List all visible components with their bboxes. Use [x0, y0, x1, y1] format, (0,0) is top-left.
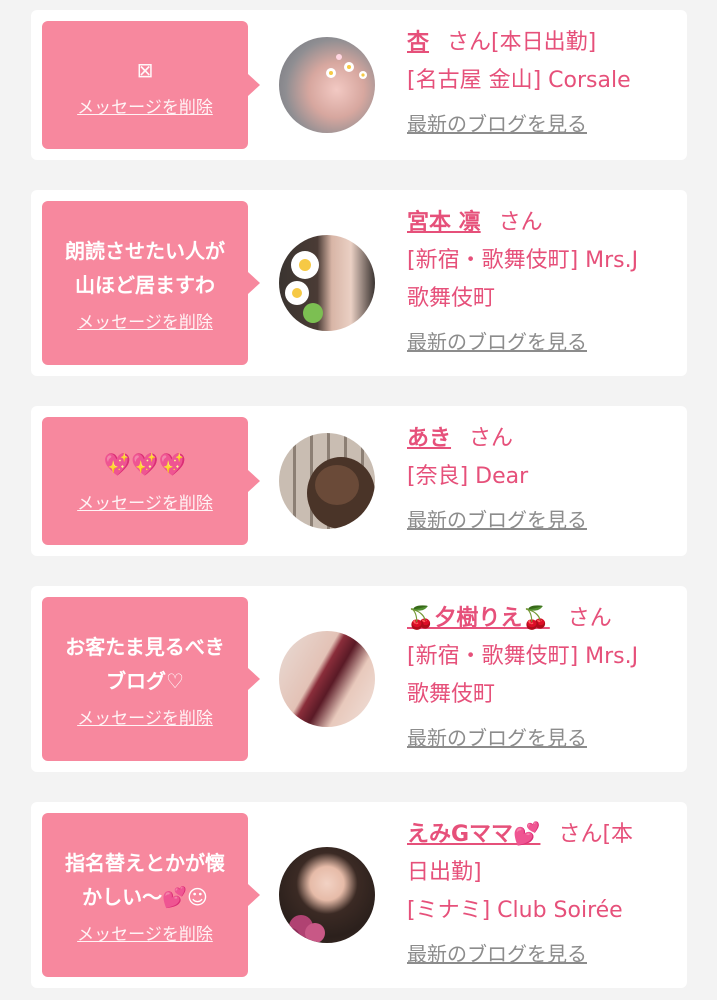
shop-name: [名古屋 金山] Corsale — [407, 68, 631, 93]
flower-bouquet-icon — [282, 915, 325, 943]
message-card: お客たま見るべき ブログ♡ メッセージを削除 🍒夕樹りえ🍒 さん [新宿・歌舞伎町… — [31, 586, 687, 772]
daisy-sticker-icon — [285, 251, 323, 323]
message-text: ⊠ — [136, 57, 154, 82]
message-bubble: ⊠ メッセージを削除 — [42, 21, 260, 149]
cast-name-line: 杏さん[本日出勤] — [407, 24, 673, 62]
flower-sticker-icon — [326, 54, 367, 79]
message-bubble: 💖💖💖 メッセージを削除 — [42, 417, 260, 545]
delete-message-link[interactable]: メッセージを削除 — [77, 93, 213, 118]
message-bubble: 指名替えとかが懐 かしい〜💕☺ メッセージを削除 — [42, 813, 260, 977]
message-text: 朗読させたい人が 山ほど居ますわ — [65, 238, 225, 297]
cast-info: えみGママ💕 さん[本 日出勤] [ミナミ] Club Soirée 最新のブログ… — [407, 816, 673, 967]
cast-name-line: 🍒夕樹りえ🍒 さん — [407, 600, 673, 638]
shop-name: [奈良] Dear — [407, 464, 529, 489]
latest-blog-link[interactable]: 最新のブログを見る — [407, 938, 587, 967]
honorific: さん[本日出勤] — [447, 30, 597, 55]
message-bubble: お客たま見るべき ブログ♡ メッセージを削除 — [42, 597, 260, 761]
cast-name-line: えみGママ💕 さん[本 日出勤] — [407, 816, 673, 892]
delete-message-link[interactable]: メッセージを削除 — [77, 489, 213, 514]
delete-message-link[interactable]: メッセージを削除 — [77, 704, 213, 729]
delete-message-link[interactable]: メッセージを削除 — [77, 308, 213, 333]
message-card: 💖💖💖 メッセージを削除 あき さん [奈良] Dear 最新のブログを見る — [31, 406, 687, 556]
latest-blog-link[interactable]: 最新のブログを見る — [407, 326, 587, 355]
cast-name-link[interactable]: 🍒夕樹りえ🍒 — [407, 606, 550, 631]
message-card: 朗読させたい人が 山ほど居ますわ メッセージを削除 宮本 凛さん [新宿・歌舞伎… — [31, 190, 687, 376]
cast-name-link[interactable]: 杏 — [407, 30, 429, 55]
honorific: さん — [567, 606, 612, 631]
cast-info: 杏さん[本日出勤] [名古屋 金山] Corsale 最新のブログを見る — [407, 24, 673, 137]
hair-photo-icon — [307, 457, 375, 529]
shop-name: [新宿・歌舞伎町] Mrs.J 歌舞伎町 — [407, 248, 639, 311]
cast-name-link[interactable]: えみGママ💕 — [407, 822, 540, 847]
shop-name: [新宿・歌舞伎町] Mrs.J 歌舞伎町 — [407, 644, 639, 707]
cast-name-line: 宮本 凛さん — [407, 204, 673, 242]
honorific: さん — [498, 210, 543, 235]
message-card: 指名替えとかが懐 かしい〜💕☺ メッセージを削除 えみGママ💕 さん[本 日出勤]… — [31, 802, 687, 988]
avatar[interactable] — [279, 235, 375, 331]
shop-name: [ミナミ] Club Soirée — [407, 898, 623, 923]
message-text: 💖💖💖 — [103, 452, 187, 478]
avatar[interactable] — [279, 433, 375, 529]
honorific: さん — [469, 426, 514, 451]
delete-message-link[interactable]: メッセージを削除 — [77, 920, 213, 945]
cast-name-line: あき さん — [407, 420, 673, 458]
avatar[interactable] — [279, 847, 375, 943]
latest-blog-link[interactable]: 最新のブログを見る — [407, 504, 587, 533]
message-card: ⊠ メッセージを削除 杏さん[本日出勤] [名古屋 金山] Corsale 最新… — [31, 10, 687, 160]
message-text: お客たま見るべき ブログ♡ — [65, 634, 225, 693]
message-text: 指名替えとかが懐 かしい〜💕☺ — [65, 850, 225, 909]
cast-info: あき さん [奈良] Dear 最新のブログを見る — [407, 420, 673, 533]
latest-blog-link[interactable]: 最新のブログを見る — [407, 722, 587, 751]
cast-info: 🍒夕樹りえ🍒 さん [新宿・歌舞伎町] Mrs.J 歌舞伎町 最新のブログを見る — [407, 600, 673, 751]
latest-blog-link[interactable]: 最新のブログを見る — [407, 108, 587, 137]
avatar[interactable] — [279, 37, 375, 133]
avatar[interactable] — [279, 631, 375, 727]
cast-name-link[interactable]: 宮本 凛 — [407, 210, 481, 235]
message-bubble: 朗読させたい人が 山ほど居ますわ メッセージを削除 — [42, 201, 260, 365]
cast-info: 宮本 凛さん [新宿・歌舞伎町] Mrs.J 歌舞伎町 最新のブログを見る — [407, 204, 673, 355]
cast-name-link[interactable]: あき — [407, 426, 451, 451]
message-list: ⊠ メッセージを削除 杏さん[本日出勤] [名古屋 金山] Corsale 最新… — [0, 0, 717, 1000]
